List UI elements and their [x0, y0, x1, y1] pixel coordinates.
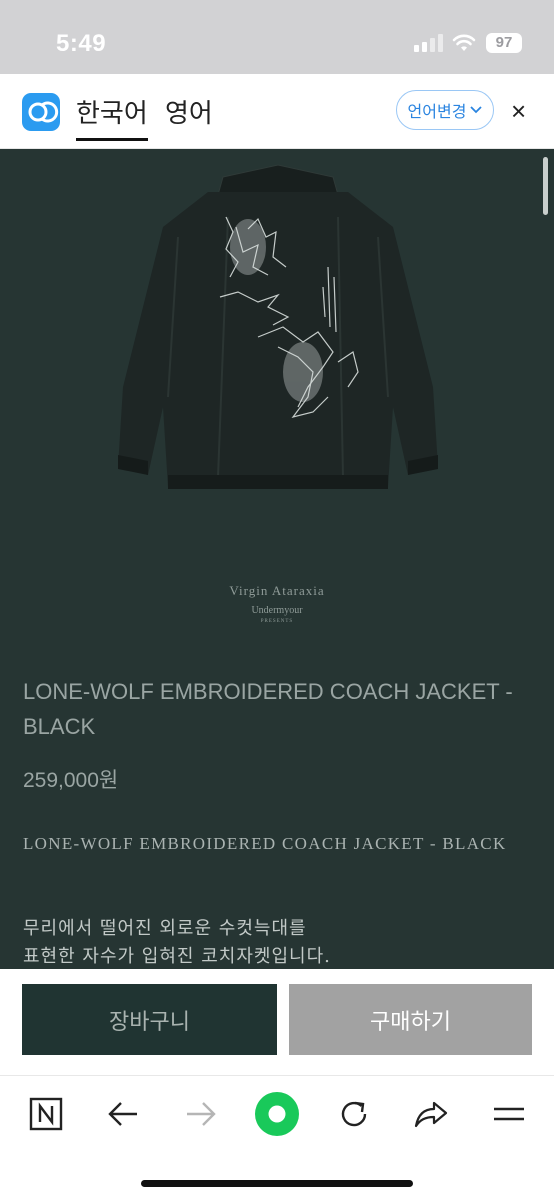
close-button[interactable]: × [511, 98, 526, 124]
back-arrow-icon[interactable] [103, 1094, 143, 1134]
add-to-cart-button[interactable]: 장바구니 [22, 984, 277, 1055]
wifi-icon [452, 34, 476, 51]
green-dot-icon[interactable] [254, 1091, 300, 1137]
scrollbar[interactable] [543, 157, 548, 215]
purchase-action-bar: 장바구니 구매하기 [0, 969, 554, 1075]
refresh-icon[interactable] [334, 1094, 374, 1134]
translate-bar: 한국어 영어 언어변경 × [0, 74, 554, 149]
buy-now-button[interactable]: 구매하기 [289, 984, 532, 1055]
tab-english[interactable]: 영어 [165, 93, 213, 130]
cellular-signal-icon [414, 34, 444, 52]
brand-name: Virgin Ataraxia [229, 583, 325, 598]
chevron-down-icon [470, 106, 483, 114]
browser-toolbar [0, 1075, 554, 1201]
naver-home-icon[interactable] [26, 1094, 66, 1134]
brand-tagline: PRESENTS [260, 619, 294, 624]
product-title: LONE-WOLF EMBROIDERED COACH JACKET - BLA… [23, 679, 513, 739]
language-change-button[interactable]: 언어변경 [396, 90, 494, 130]
product-description: LONE-WOLF EMBROIDERED COACH JACKET - BLA… [23, 834, 507, 853]
language-change-label: 언어변경 [407, 104, 467, 121]
forward-arrow-icon[interactable] [181, 1094, 221, 1134]
status-bar: 5:49 97 [0, 0, 554, 74]
tab-korean[interactable]: 한국어 [76, 93, 148, 141]
share-icon[interactable] [411, 1094, 451, 1134]
papago-logo-icon [22, 93, 60, 131]
description-line: 표현한 자수가 입혀진 코치자켓입니다. [23, 946, 331, 967]
home-indicator[interactable] [141, 1180, 413, 1187]
battery-indicator: 97 [486, 33, 522, 53]
product-content[interactable]: Virgin Ataraxia Undermyour PRESENTS LONE… [0, 149, 554, 969]
brand-subtitle: Undermyour [251, 605, 303, 616]
status-time: 5:49 [56, 30, 107, 57]
description-line: 무리에서 떨어진 외로운 수컷늑대를 [23, 918, 307, 939]
menu-icon[interactable] [489, 1094, 529, 1134]
product-price: 259,000원 [23, 769, 119, 792]
product-image[interactable] [108, 157, 448, 507]
product-description-korean: 무리에서 떨어진 외로운 수컷늑대를 표현한 자수가 입혀진 코치자켓입니다. [23, 915, 518, 969]
